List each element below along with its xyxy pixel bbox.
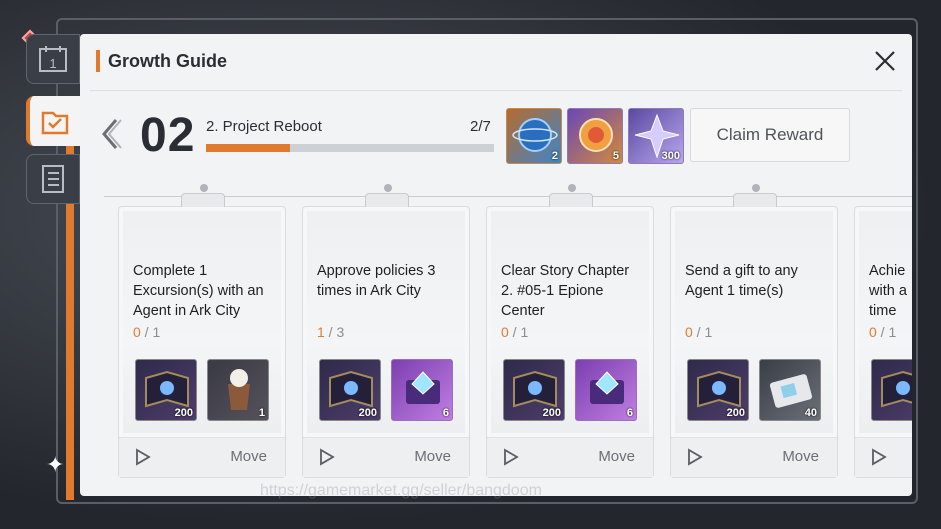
reward-item[interactable]: 5 <box>567 108 623 164</box>
claim-reward-button[interactable]: Claim Reward <box>690 108 850 162</box>
play-icon[interactable] <box>319 448 335 466</box>
reward-item[interactable]: 40 <box>759 359 821 421</box>
clip-dot <box>200 184 208 192</box>
task-card: Approve policies 3 times in Ark City 1 /… <box>302 184 470 478</box>
clip-dot <box>752 184 760 192</box>
reward-qty: 2 <box>551 150 558 162</box>
move-button[interactable]: Move <box>782 448 819 465</box>
item-qty: 1 <box>258 407 265 419</box>
card-footer: Move <box>671 437 837 477</box>
growth-guide-panel: Growth Guide 02 2. Project Reboot 2/7 2 … <box>80 34 912 496</box>
project-progress-fill <box>206 144 290 152</box>
progress-current: 1 <box>317 324 325 340</box>
move-button[interactable]: Move <box>230 448 267 465</box>
title-accent <box>96 50 100 72</box>
play-icon[interactable] <box>135 448 151 466</box>
header: Growth Guide <box>80 34 912 88</box>
book-icon <box>881 370 912 408</box>
item-qty: 200 <box>542 407 561 419</box>
move-button[interactable]: Move <box>598 448 635 465</box>
side-tab-checklist[interactable] <box>26 96 80 146</box>
sparkle-icon: ✦ <box>46 452 65 477</box>
task-progress: 0 / 1 <box>869 324 897 340</box>
project-progress-bar <box>206 144 494 152</box>
project-row: 02 2. Project Reboot 2/7 2 5 300 Claim R… <box>80 102 912 172</box>
reward-item[interactable]: 6 <box>391 359 453 421</box>
reward-item[interactable]: 2 <box>506 108 562 164</box>
task-progress: 0 / 1 <box>501 324 529 340</box>
item-qty: 200 <box>358 407 377 419</box>
progress-total: 1 <box>888 324 897 340</box>
play-icon[interactable] <box>687 448 703 466</box>
task-card: Complete 1 Excursion(s) with an Agent in… <box>118 184 286 478</box>
progress-current: 0 <box>869 324 877 340</box>
svg-text:1: 1 <box>49 56 56 71</box>
chevron-left-icon[interactable] <box>96 116 126 152</box>
project-count: 2/7 <box>470 118 491 135</box>
progress-total: 3 <box>336 324 345 340</box>
reward-item[interactable]: 2 <box>871 359 912 421</box>
window-title: Growth Guide <box>108 50 227 71</box>
reward-item[interactable]: 200 <box>503 359 565 421</box>
play-icon[interactable] <box>503 448 519 466</box>
notes-icon <box>42 165 64 193</box>
task-progress: 0 / 1 <box>685 324 713 340</box>
task-card: Clear Story Chapter 2. #05-1 Epione Cent… <box>486 184 654 478</box>
side-tab-notes[interactable] <box>26 154 80 204</box>
card-footer <box>855 437 912 477</box>
clip-dot <box>568 184 576 192</box>
progress-total: 1 <box>520 324 529 340</box>
reward-item[interactable]: 200 <box>135 359 197 421</box>
progress-total: 1 <box>152 324 161 340</box>
card-footer: Move <box>119 437 285 477</box>
project-name: 2. Project Reboot <box>206 118 322 135</box>
card-clip <box>365 184 409 207</box>
move-button[interactable]: Move <box>414 448 451 465</box>
progress-total: 1 <box>704 324 713 340</box>
task-title: Complete 1 Excursion(s) with an Agent in… <box>133 263 264 319</box>
reward-item[interactable]: 1 <box>207 359 269 421</box>
section-divider <box>104 196 912 197</box>
item-qty: 200 <box>174 407 193 419</box>
task-card: Send a gift to any Agent 1 time(s) 0 / 1… <box>670 184 838 478</box>
reward-qty: 300 <box>661 150 680 162</box>
progress-current: 0 <box>133 324 141 340</box>
task-progress: 0 / 1 <box>133 324 161 340</box>
item-qty: 6 <box>442 407 449 419</box>
task-card-partial: Achie with a 1 time 0 / 1 2 <box>854 206 912 478</box>
task-title: Send a gift to any Agent 1 time(s) <box>685 263 798 299</box>
project-number: 02 <box>140 109 196 162</box>
reward-item[interactable]: 200 <box>319 359 381 421</box>
task-progress: 1 / 3 <box>317 324 345 340</box>
item-qty: 40 <box>804 407 817 419</box>
task-title: Approve policies 3 times in Ark City <box>317 263 436 299</box>
task-title: Clear Story Chapter 2. #05-1 Epione Cent… <box>501 263 630 319</box>
watermark: https://gamemarket.gg/seller/bangdoom <box>260 482 542 499</box>
task-title: Achie with a 1 time <box>869 263 912 319</box>
header-divider <box>90 90 902 91</box>
side-tab-calendar[interactable]: 1 <box>26 34 80 84</box>
calendar-icon: 1 <box>39 46 67 72</box>
reward-item[interactable]: 300 <box>628 108 684 164</box>
progress-current: 0 <box>685 324 693 340</box>
clip-dot <box>384 184 392 192</box>
reward-qty: 5 <box>612 150 619 162</box>
card-clip <box>181 184 225 207</box>
card-clip <box>733 184 777 207</box>
reward-item[interactable]: 200 <box>687 359 749 421</box>
close-icon[interactable] <box>872 48 898 74</box>
item-qty: 200 <box>726 407 745 419</box>
card-footer: Move <box>303 437 469 477</box>
reward-item[interactable]: 6 <box>575 359 637 421</box>
progress-current: 0 <box>501 324 509 340</box>
play-icon[interactable] <box>871 448 887 466</box>
card-footer: Move <box>487 437 653 477</box>
checklist-icon <box>41 111 69 135</box>
card-clip <box>549 184 593 207</box>
item-qty: 6 <box>626 407 633 419</box>
